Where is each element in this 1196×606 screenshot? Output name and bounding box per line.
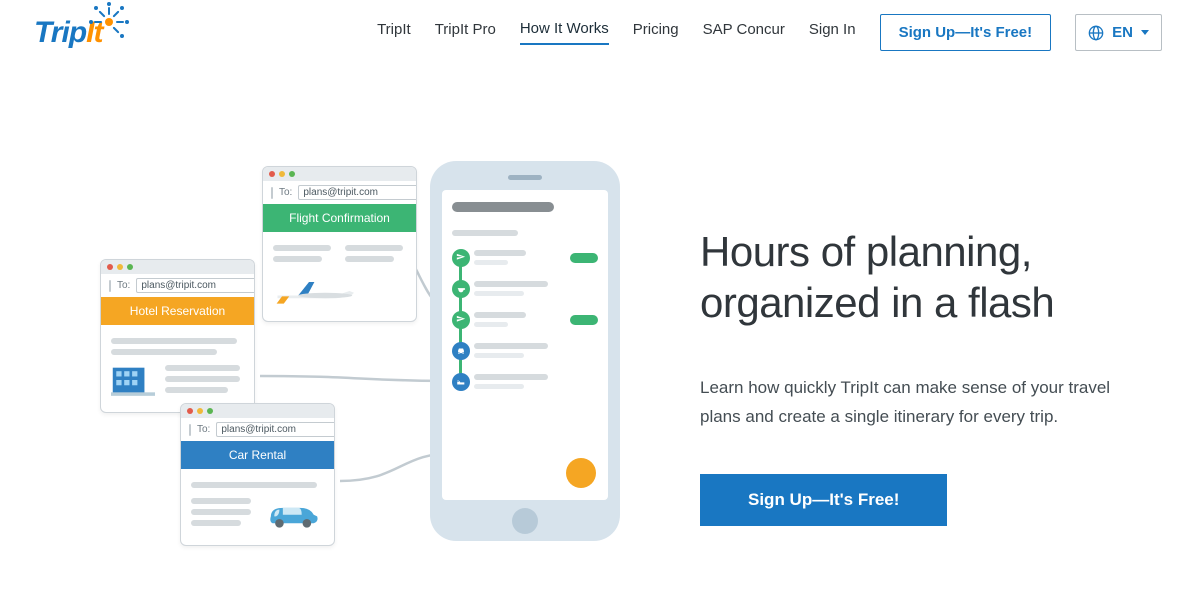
signup-button-hero[interactable]: Sign Up—It's Free!: [700, 474, 947, 526]
to-address-input: [136, 278, 255, 293]
to-address-input: [216, 422, 335, 437]
nav-pricing[interactable]: Pricing: [633, 21, 679, 44]
window-titlebar: [263, 167, 416, 181]
email-card-flight: To: Flight Confirmation: [262, 166, 417, 322]
add-fab: [566, 458, 596, 488]
primary-nav: TripIt TripIt Pro How It Works Pricing S…: [377, 14, 1162, 51]
language-label: EN: [1112, 24, 1133, 41]
site-header: TripIt TripIt TripIt Pro How It Works Pr…: [0, 0, 1196, 51]
phone-speaker: [508, 175, 542, 180]
to-label: To:: [117, 280, 130, 291]
car-band: Car Rental: [181, 441, 334, 469]
nav-sap-concur[interactable]: SAP Concur: [703, 21, 785, 44]
to-address-input: [298, 185, 417, 200]
home-button-icon: [512, 508, 538, 534]
logo[interactable]: TripIt: [34, 16, 127, 50]
share-icon: [271, 187, 273, 199]
logo-burst-icon: [97, 10, 121, 34]
to-label: To:: [279, 187, 292, 198]
hotel-band: Hotel Reservation: [101, 297, 254, 325]
window-titlebar: [101, 260, 254, 274]
chevron-down-icon: [1141, 30, 1149, 35]
nav-sign-in[interactable]: Sign In: [809, 21, 856, 44]
phone-screen: [442, 190, 608, 500]
car-icon: [191, 493, 324, 533]
globe-icon: [1088, 25, 1104, 41]
language-switcher[interactable]: EN: [1075, 14, 1162, 51]
car-icon: [452, 342, 470, 360]
hero-lead: Learn how quickly TripIt can make sense …: [700, 374, 1130, 432]
hero-section: To: Flight Confirmation To:: [0, 51, 1196, 601]
coffee-icon: [452, 280, 470, 298]
hero-copy: Hours of planning, organized in a flash …: [700, 196, 1136, 526]
to-label: To:: [197, 424, 210, 435]
hotel-icon: [111, 360, 244, 400]
phone-mockup: [430, 161, 620, 541]
hero-heading: Hours of planning, organized in a flash: [700, 226, 1136, 328]
bed-icon: [452, 373, 470, 391]
hero-illustration: To: Flight Confirmation To:: [60, 161, 660, 561]
flight-band: Flight Confirmation: [263, 204, 416, 232]
nav-tripit-pro[interactable]: TripIt Pro: [435, 21, 496, 44]
share-icon: [109, 280, 111, 292]
nav-how-it-works[interactable]: How It Works: [520, 20, 609, 45]
signup-button-header[interactable]: Sign Up—It's Free!: [880, 14, 1052, 51]
email-card-car: To: Car Rental: [180, 403, 335, 546]
airplane-icon: [452, 249, 470, 267]
airplane-icon: [452, 311, 470, 329]
nav-tripit[interactable]: TripIt: [377, 21, 411, 44]
airplane-icon: [273, 273, 406, 309]
share-icon: [189, 424, 191, 436]
email-card-hotel: To: Hotel Reservation: [100, 259, 255, 413]
window-titlebar: [181, 404, 334, 418]
